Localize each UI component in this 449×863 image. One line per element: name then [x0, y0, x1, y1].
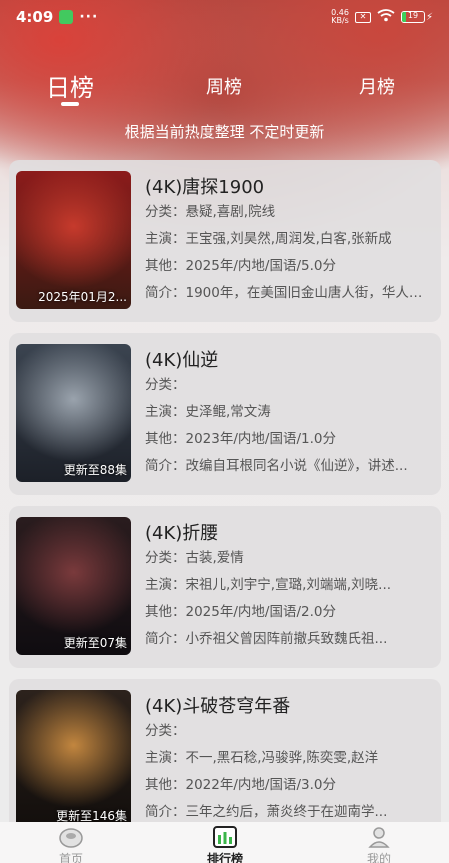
item-category: 古装,爱情 [185, 550, 244, 566]
other-label: 其他： [145, 777, 186, 793]
cast-label: 主演： [145, 577, 186, 593]
wifi-icon [377, 8, 395, 26]
other-label: 其他： [145, 431, 186, 447]
other-label: 其他： [145, 604, 186, 620]
category-label: 分类： [145, 204, 186, 220]
nav-profile-label: 我的 [366, 852, 391, 863]
item-intro: 1900年，在美国旧金山唐人街，华人谭... [185, 285, 431, 301]
item-other: 2025年/内地/国语/5.0分 [185, 258, 336, 274]
item-cast: 宋祖儿,刘宇宁,宣璐,刘端端,刘晓... [185, 577, 392, 593]
ranking-icon [185, 826, 265, 848]
intro-label: 简介： [145, 804, 186, 820]
poster-badge: 更新至07集 [63, 636, 127, 650]
list-item[interactable]: 2025年01月2... (4K)唐探1900 分类：悬疑,喜剧,院线 主演：王… [9, 160, 441, 322]
sim-icon: ✕ [354, 11, 371, 23]
cast-label: 主演： [145, 404, 186, 420]
net-speed-unit: KB/s [331, 16, 349, 25]
poster-image: 更新至07集 [16, 517, 131, 655]
battery-level: 19 [407, 11, 419, 20]
notification-app-icon [59, 10, 74, 24]
item-intro: 改编自耳根同名小说《仙逆》，讲述... [185, 458, 408, 474]
item-title: (4K)唐探1900 [145, 177, 265, 198]
poster-image: 2025年01月2... [16, 171, 131, 309]
tab-daily[interactable]: 日榜 [46, 68, 94, 103]
item-cast: 不一,黑石稔,冯骏骅,陈奕雯,赵洋 [185, 750, 379, 766]
ranking-subtitle: 根据当前热度整理 不定时更新 [124, 123, 325, 141]
list-item[interactable]: 更新至146集 (4K)斗破苍穹年番 分类： 主演：不一,黑石稔,冯骏骅,陈奕雯… [9, 679, 441, 841]
item-category: 悬疑,喜剧,院线 [185, 204, 276, 220]
profile-icon [339, 826, 419, 848]
home-icon [31, 826, 111, 848]
item-title: (4K)折腰 [145, 523, 219, 544]
notification-dots: ··· [79, 9, 99, 25]
active-tab-indicator [61, 102, 79, 106]
net-speed: 0.46 KB/s [331, 9, 349, 25]
intro-label: 简介： [145, 285, 186, 301]
tab-monthly[interactable]: 月榜 [359, 73, 395, 99]
nav-ranking-label: 排行榜 [206, 852, 243, 863]
poster-image: 更新至146集 [16, 690, 131, 828]
list-item[interactable]: 更新至88集 (4K)仙逆 分类： 主演：史泽鲲,常文涛 其他：2023年/内地… [9, 333, 441, 495]
intro-label: 简介： [145, 631, 186, 647]
bottom-nav: 首页 排行榜 我的 [0, 822, 449, 863]
item-other: 2025年/内地/国语/2.0分 [185, 604, 336, 620]
item-other: 2022年/内地/国语/3.0分 [185, 777, 336, 793]
category-label: 分类： [145, 550, 186, 566]
item-title: (4K)斗破苍穹年番 [145, 696, 291, 717]
poster-badge: 更新至88集 [63, 463, 127, 477]
item-title: (4K)仙逆 [145, 350, 219, 371]
item-cast: 史泽鲲,常文涛 [185, 404, 271, 420]
category-label: 分类： [145, 723, 186, 739]
status-bar: 4:09 ··· 0.46 KB/s ✕ 19 ⚡ [0, 0, 449, 34]
list-item[interactable]: 更新至07集 (4K)折腰 分类：古装,爱情 主演：宋祖儿,刘宇宁,宣璐,刘端端… [9, 506, 441, 668]
nav-profile[interactable]: 我的 [339, 826, 419, 863]
cast-label: 主演： [145, 750, 186, 766]
nav-home-label: 首页 [58, 852, 83, 863]
category-label: 分类： [145, 377, 186, 393]
nav-ranking[interactable]: 排行榜 [185, 826, 265, 863]
intro-label: 简介： [145, 458, 186, 474]
charging-icon: ⚡ [425, 11, 433, 23]
item-intro: 小乔祖父曾因阵前撤兵致魏氏祖... [185, 631, 388, 647]
other-label: 其他： [145, 258, 186, 274]
item-intro: 三年之约后，萧炎终于在迦南学... [185, 804, 388, 820]
poster-badge: 2025年01月2... [38, 290, 127, 304]
tab-weekly[interactable]: 周榜 [206, 73, 242, 99]
item-cast: 王宝强,刘昊然,周润发,白客,张新成 [185, 231, 392, 247]
poster-image: 更新至88集 [16, 344, 131, 482]
nav-home[interactable]: 首页 [31, 826, 111, 863]
status-time: 4:09 [16, 8, 54, 26]
item-other: 2023年/内地/国语/1.0分 [185, 431, 336, 447]
battery-indicator: 19 ⚡ [400, 11, 433, 23]
cast-label: 主演： [145, 231, 186, 247]
